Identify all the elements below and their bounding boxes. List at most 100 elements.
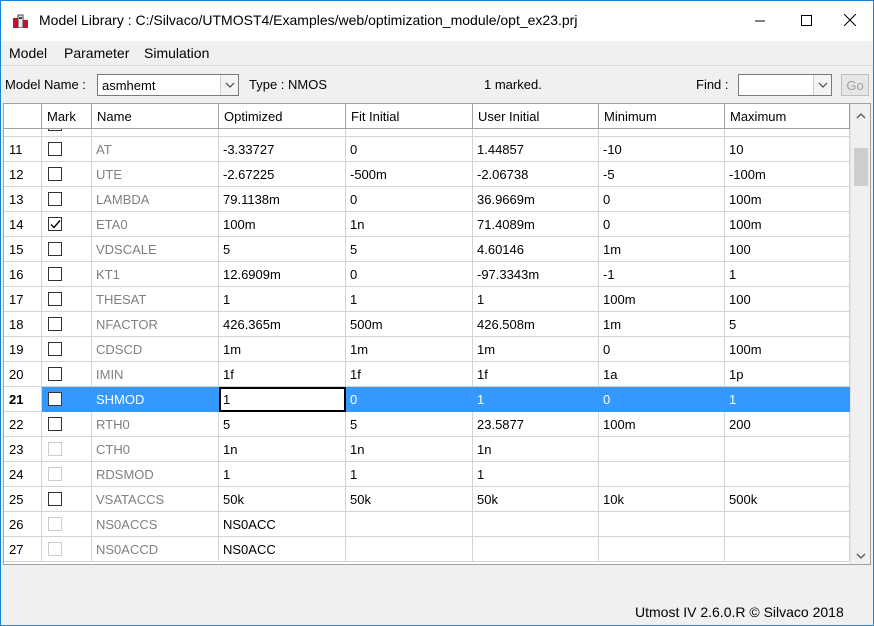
mark-cell[interactable] <box>42 312 92 337</box>
mark-cell[interactable] <box>42 412 92 437</box>
maximum-cell[interactable]: 100 <box>725 237 850 262</box>
optimized-cell[interactable]: 1n <box>219 437 346 462</box>
header-optimized[interactable]: Optimized <box>219 104 346 129</box>
param-name-cell[interactable]: SHMOD <box>92 387 219 412</box>
param-name-cell[interactable]: DELTA <box>92 129 219 137</box>
mark-checkbox[interactable] <box>48 367 62 381</box>
fit-initial-cell[interactable]: 0 <box>346 387 473 412</box>
mark-checkbox[interactable] <box>48 417 62 431</box>
title-bar[interactable]: Model Library : C:/Silvaco/UTMOST4/Examp… <box>1 1 873 41</box>
vertical-scrollbar[interactable] <box>850 104 870 564</box>
menu-parameter[interactable]: Parameter <box>64 45 129 61</box>
table-row[interactable]: 21 SHMOD 1 0 1 0 1 <box>4 387 850 412</box>
fit-initial-cell[interactable]: 50k <box>346 487 473 512</box>
minimum-cell[interactable]: 0 <box>599 187 725 212</box>
user-initial-cell[interactable]: 426.508m <box>473 312 599 337</box>
maximum-cell[interactable]: 200 <box>725 412 850 437</box>
param-name-cell[interactable]: AT <box>92 137 219 162</box>
minimum-cell[interactable]: -1 <box>599 262 725 287</box>
user-initial-cell[interactable]: 1n <box>473 437 599 462</box>
minimize-button[interactable] <box>737 1 783 41</box>
mark-cell[interactable] <box>42 512 92 537</box>
mark-checkbox[interactable] <box>48 492 62 506</box>
minimum-cell[interactable]: 2 <box>599 129 725 137</box>
maximize-button[interactable] <box>783 1 829 41</box>
mark-checkbox[interactable] <box>48 142 62 156</box>
minimum-cell[interactable]: 1a <box>599 362 725 387</box>
fit-initial-cell[interactable]: 500m <box>346 312 473 337</box>
chevron-down-icon[interactable] <box>220 75 238 95</box>
optimized-cell[interactable]: -2.67225 <box>219 162 346 187</box>
mark-checkbox[interactable] <box>48 317 62 331</box>
mark-checkbox[interactable] <box>48 267 62 281</box>
fit-initial-cell[interactable]: 0 <box>346 137 473 162</box>
header-minimum[interactable]: Minimum <box>599 104 725 129</box>
minimum-cell[interactable]: -5 <box>599 162 725 187</box>
mark-cell[interactable] <box>42 187 92 212</box>
param-name-cell[interactable]: VDSCALE <box>92 237 219 262</box>
maximum-cell[interactable]: 100m <box>725 337 850 362</box>
user-initial-cell[interactable]: 1m <box>473 337 599 362</box>
fit-initial-cell[interactable] <box>346 537 473 562</box>
optimized-cell[interactable]: -3.33727 <box>219 137 346 162</box>
minimum-cell[interactable] <box>599 537 725 562</box>
optimized-cell[interactable]: 1m <box>219 337 346 362</box>
maximum-cell[interactable]: 1 <box>725 387 850 412</box>
mark-cell[interactable] <box>42 262 92 287</box>
fit-initial-cell[interactable]: 1 <box>346 287 473 312</box>
param-name-cell[interactable]: CDSCD <box>92 337 219 362</box>
table-row[interactable]: 26 NS0ACCS NS0ACC <box>4 512 850 537</box>
fit-initial-cell[interactable]: 5 <box>346 412 473 437</box>
maximum-cell[interactable]: 100 <box>725 287 850 312</box>
scroll-up-button[interactable] <box>851 104 870 124</box>
minimum-cell[interactable]: 1m <box>599 312 725 337</box>
param-name-cell[interactable]: NFACTOR <box>92 312 219 337</box>
user-initial-cell[interactable]: 1.44857 <box>473 137 599 162</box>
maximum-cell[interactable]: 10 <box>725 137 850 162</box>
header-maximum[interactable]: Maximum <box>725 104 850 129</box>
table-row[interactable]: 12 UTE -2.67225 -500m -2.06738 -5 -100m <box>4 162 850 187</box>
mark-cell[interactable] <box>42 337 92 362</box>
user-initial-cell[interactable]: 1 <box>473 462 599 487</box>
mark-cell[interactable] <box>42 212 92 237</box>
table-row[interactable]: 17 THESAT 1 1 1 100m 100 <box>4 287 850 312</box>
table-row[interactable]: 19 CDSCD 1m 1m 1m 0 100m <box>4 337 850 362</box>
optimized-cell[interactable]: 1 <box>219 387 346 412</box>
close-button[interactable] <box>827 1 873 41</box>
table-row[interactable]: 27 NS0ACCD NS0ACC <box>4 537 850 562</box>
table-row[interactable]: 13 LAMBDA 79.1138m 0 36.9669m 0 100m <box>4 187 850 212</box>
mark-checkbox[interactable] <box>48 129 62 131</box>
minimum-cell[interactable]: 100m <box>599 287 725 312</box>
optimized-cell[interactable]: 1 <box>219 462 346 487</box>
maximum-cell[interactable]: -100m <box>725 162 850 187</box>
minimum-cell[interactable]: 0 <box>599 212 725 237</box>
mark-checkbox[interactable] <box>48 392 62 406</box>
table-row[interactable]: 11 AT -3.33727 0 1.44857 -10 10 <box>4 137 850 162</box>
user-initial-cell[interactable]: 4.60146 <box>473 237 599 262</box>
fit-initial-cell[interactable] <box>346 512 473 537</box>
scroll-down-button[interactable] <box>851 544 870 564</box>
fit-initial-cell[interactable]: 5 <box>346 237 473 262</box>
mark-cell[interactable] <box>42 362 92 387</box>
user-initial-cell[interactable]: 71.4089m <box>473 212 599 237</box>
param-name-cell[interactable]: IMIN <box>92 362 219 387</box>
scroll-thumb[interactable] <box>854 148 868 186</box>
menu-model[interactable]: Model <box>9 45 47 61</box>
user-initial-cell[interactable]: 2 <box>473 129 599 137</box>
find-chevron-down-icon[interactable] <box>813 75 831 95</box>
mark-checkbox[interactable] <box>48 217 62 231</box>
table-row[interactable]: 18 NFACTOR 426.365m 500m 426.508m 1m 5 <box>4 312 850 337</box>
optimized-cell[interactable]: 12.6909m <box>219 262 346 287</box>
table-row[interactable]: 24 RDSMOD 1 1 1 <box>4 462 850 487</box>
minimum-cell[interactable]: 10k <box>599 487 725 512</box>
user-initial-cell[interactable]: -2.06738 <box>473 162 599 187</box>
optimized-cell[interactable]: 5 <box>219 237 346 262</box>
header-user-initial[interactable]: User Initial <box>473 104 599 129</box>
fit-initial-cell[interactable]: 0 <box>346 187 473 212</box>
mark-cell[interactable] <box>42 287 92 312</box>
optimized-cell[interactable]: NS0ACC <box>219 537 346 562</box>
fit-initial-cell[interactable]: -500m <box>346 162 473 187</box>
fit-initial-cell[interactable]: 1f <box>346 362 473 387</box>
maximum-cell[interactable] <box>725 537 850 562</box>
user-initial-cell[interactable]: 36.9669m <box>473 187 599 212</box>
